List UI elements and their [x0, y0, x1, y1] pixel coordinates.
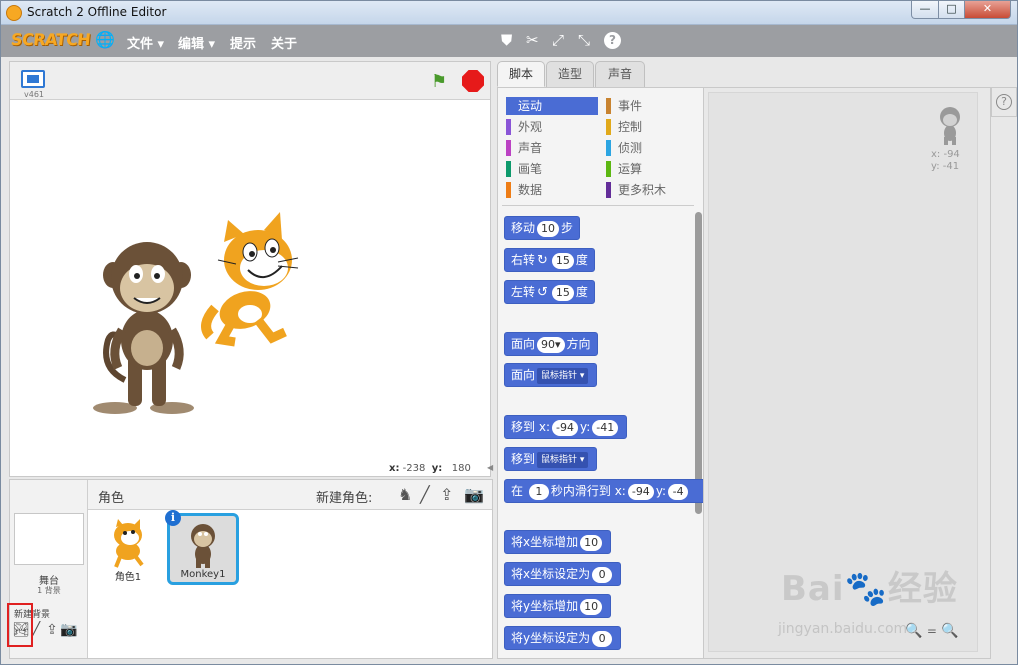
block-goto-xy[interactable]: 移到 x: -94 y: -41 — [504, 415, 628, 439]
camera-icon[interactable]: 📷 — [464, 485, 484, 504]
tab-scripts[interactable]: 脚本 — [497, 61, 545, 87]
maximize-button[interactable]: □ — [938, 1, 965, 19]
sprite-name: Monkey1 — [180, 569, 226, 580]
menu-edit[interactable]: 编辑 ▾ — [178, 33, 215, 52]
window-title: Scratch 2 Offline Editor — [27, 5, 167, 19]
category-more-blocks[interactable]: 更多积木 — [606, 181, 698, 199]
sprite-y: y: -41 — [931, 161, 960, 172]
block-change-y[interactable]: 将y坐标增加 10 — [504, 594, 612, 618]
rotate-clockwise-icon: ↻ — [537, 253, 548, 268]
menu-file[interactable]: 文件 ▾ — [127, 33, 164, 52]
sprites-title: 角色 — [98, 491, 125, 506]
tab-costumes[interactable]: 造型 — [546, 61, 594, 87]
watermark-url: jingyan.baidu.com — [778, 621, 908, 637]
block-set-y[interactable]: 将y坐标设定为 0 — [504, 626, 622, 650]
version-label: v461 — [24, 90, 45, 99]
cut-icon[interactable]: ✂ — [526, 31, 539, 49]
coord-y: 180 — [451, 463, 471, 474]
highlight-box — [7, 603, 33, 647]
block-move[interactable]: 移动 10 步 — [504, 216, 581, 240]
sprite-name: 角色1 — [114, 572, 142, 583]
block-set-x[interactable]: 将x坐标设定为 0 — [504, 562, 622, 586]
upload-icon[interactable]: ⇪ — [440, 485, 453, 504]
category-sound[interactable]: 声音 — [506, 139, 598, 157]
presentation-mode-button[interactable] — [21, 70, 45, 88]
menu-tips[interactable]: 提示 — [230, 33, 256, 52]
editor-tabs: 脚本 造型 声音 — [497, 61, 797, 87]
category-control[interactable]: 控制 — [606, 118, 698, 136]
cat-thumbnail — [114, 519, 144, 568]
close-button[interactable]: ✕ — [964, 1, 1011, 19]
monkey-sprite[interactable] — [93, 242, 194, 414]
paint-brush-icon[interactable]: ╱ — [420, 485, 430, 504]
menu-about[interactable]: 关于 — [271, 33, 297, 52]
scratch-logo[interactable]: SCRATCH — [10, 30, 91, 49]
tab-sounds[interactable]: 声音 — [595, 61, 645, 87]
category-events[interactable]: 事件 — [606, 97, 698, 115]
block-point-towards[interactable]: 面向 鼠标指针 ▾ — [504, 363, 598, 387]
stop-sign-icon[interactable] — [462, 70, 484, 92]
app-window: Scratch 2 Offline Editor — □ ✕ SCRATCH 🌐… — [0, 0, 1018, 665]
coord-x: -238 — [402, 463, 426, 474]
block-palette: 运动 事件 外观 控制 声音 侦测 画笔 运算 数据 更多积木 移动 10 步 右转… — [497, 87, 703, 659]
block-change-x[interactable]: 将x坐标增加 10 — [504, 530, 612, 554]
scratch-cat-icon — [6, 5, 22, 21]
block-point-direction[interactable]: 面向 90▾ 方向 — [504, 332, 598, 356]
zoom-out-icon[interactable]: 🔍 — [905, 623, 922, 639]
stamp-icon[interactable]: ⛊ — [501, 31, 512, 49]
category-operators[interactable]: 运算 — [606, 160, 698, 178]
palette-divider — [502, 205, 694, 206]
shrink-icon[interactable]: ⤡ — [578, 31, 590, 49]
camera-icon[interactable]: 📷 — [60, 622, 77, 638]
monkey-thumbnail — [191, 524, 215, 568]
palette-scrollbar[interactable] — [695, 212, 702, 514]
sprite-panel: 舞台 1 背景 新建背景 🏞 ╱ ⇪ 📷 角色 新建角色: ♞ ╱ ⇪ 📷 角色… — [9, 479, 493, 659]
stage-canvas[interactable] — [10, 100, 490, 462]
sprite-header: 角色 新建角色: ♞ ╱ ⇪ 📷 — [88, 480, 492, 510]
rotate-counterclockwise-icon: ↺ — [537, 285, 548, 300]
sprite-x: x: -94 — [931, 149, 960, 160]
title-bar: Scratch 2 Offline Editor — □ ✕ — [1, 1, 1017, 25]
help-panel-button[interactable]: ? — [991, 87, 1017, 117]
stage-toolbar: v461 ⚑ — [10, 62, 490, 100]
stage-panel: v461 ⚑ — [9, 61, 491, 477]
collapse-stage-arrow-icon[interactable]: ◀ — [487, 463, 495, 477]
block-glide[interactable]: 在 1 秒内滑行到 x: -94 y: -4 — [504, 479, 703, 503]
category-sensing[interactable]: 侦测 — [606, 139, 698, 157]
category-motion[interactable]: 运动 — [506, 97, 598, 115]
info-icon[interactable]: i — [165, 510, 181, 526]
zoom-reset-icon[interactable]: = — [927, 624, 937, 638]
mouse-coordinates: x: -238 y: 180 — [389, 463, 471, 474]
grow-icon[interactable]: ⤢ — [552, 31, 564, 49]
cat-sprite[interactable] — [201, 212, 299, 347]
category-looks[interactable]: 外观 — [506, 118, 598, 136]
sprite-position: x: -94 y: -41 — [931, 149, 960, 173]
category-pen[interactable]: 画笔 — [506, 160, 598, 178]
globe-icon[interactable]: 🌐 — [95, 31, 115, 49]
category-data[interactable]: 数据 — [506, 181, 598, 199]
menu-bar: SCRATCH 🌐 文件 ▾ 编辑 ▾ 提示 关于 ⛊ ✂ ⤢ ⤡ ? — [1, 25, 1017, 57]
current-sprite-icon — [940, 107, 960, 145]
question-icon: ? — [996, 94, 1012, 110]
block-turn-right[interactable]: 右转 ↻ 15 度 — [504, 248, 595, 272]
sprite-card-cat[interactable]: 角色1 — [92, 513, 164, 585]
watermark: Bai🐾经验 — [781, 569, 958, 609]
minimize-button[interactable]: — — [911, 1, 939, 19]
stage-thumbnail[interactable] — [14, 513, 84, 565]
block-goto[interactable]: 移到 鼠标指针 ▾ — [504, 447, 598, 471]
backdrop-count: 1 背景 — [37, 586, 61, 595]
block-turn-left[interactable]: 左转 ↺ 15 度 — [504, 280, 595, 304]
upload-icon[interactable]: ⇪ — [44, 622, 60, 638]
help-icon[interactable]: ? — [604, 32, 621, 49]
zoom-in-icon[interactable]: 🔍 — [941, 623, 958, 639]
sprite-library-icon[interactable]: ♞ — [398, 485, 412, 504]
zoom-tools: 🔍 = 🔍 — [905, 623, 975, 641]
new-sprite-label: 新建角色: — [316, 491, 373, 506]
green-flag-icon[interactable]: ⚑ — [431, 71, 447, 92]
stage-sprites — [93, 212, 299, 414]
